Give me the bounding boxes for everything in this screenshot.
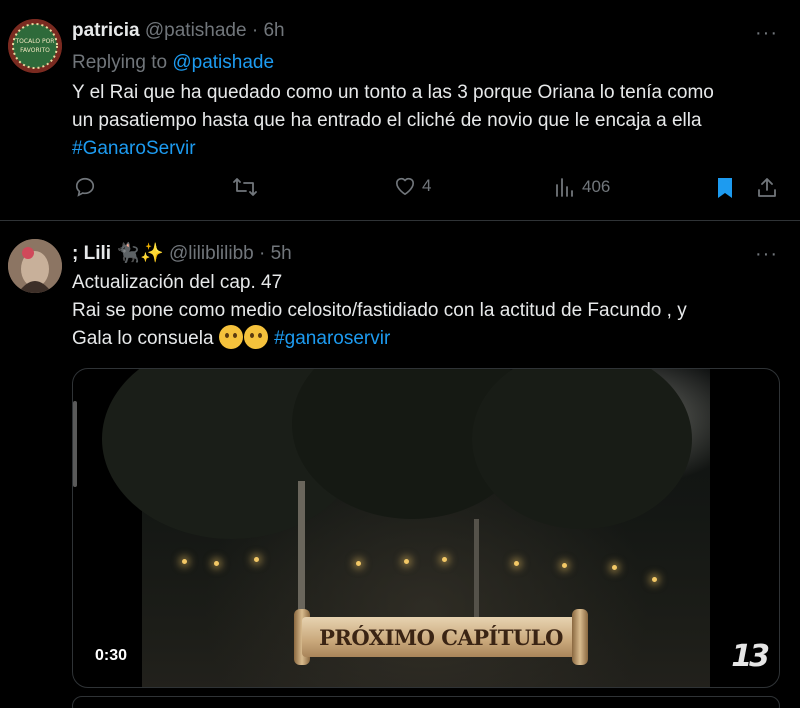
tweet-text-line: Y el Rai que ha quedado como un tonto a …: [72, 82, 714, 103]
avatar[interactable]: [8, 239, 62, 293]
reply-mention-link[interactable]: @patishade: [172, 52, 274, 73]
episode-banner: PRÓXIMO CAPÍTULO: [302, 617, 580, 657]
views-icon: [556, 178, 573, 197]
tweet-text-line: Actualización del cap. 47: [72, 272, 283, 293]
tweet-text: Y el Rai que ha quedado como un tonto a …: [72, 79, 772, 163]
action-bar: 4 406: [72, 176, 784, 206]
display-name[interactable]: patricia: [72, 20, 140, 41]
name-emojis: 🐈‍⬛✨: [116, 243, 164, 264]
channel-logo: 13: [731, 639, 770, 674]
thinking-emoji-icon: [218, 325, 243, 349]
timestamp[interactable]: 5h: [271, 243, 292, 264]
retweet-icon: [233, 178, 257, 196]
bookmark-icon: [718, 178, 732, 198]
reply-prefix: Replying to: [72, 52, 168, 73]
view-count: 406: [582, 177, 611, 196]
reply-icon: [75, 177, 95, 197]
avatar-image: TOCALO POR FAVORITO: [8, 19, 62, 73]
user-handle[interactable]: @liliblilibb: [169, 243, 254, 264]
banner-text: PRÓXIMO CAPÍTULO: [319, 624, 563, 650]
like-icon: [396, 177, 414, 195]
like-count: 4: [422, 176, 432, 195]
tweet-lili[interactable]: ; Lili 🐈‍⬛✨ @liliblilibb · 5h ··· Actual…: [0, 221, 800, 708]
like-button[interactable]: 4: [394, 176, 431, 196]
replying-to: Replying to @patishade: [72, 52, 274, 74]
display-name[interactable]: ; Lili: [72, 243, 111, 264]
svg-text:FAVORITO: FAVORITO: [20, 47, 50, 54]
views-button[interactable]: 406: [554, 176, 610, 198]
reply-button[interactable]: [74, 176, 96, 198]
svg-text:TOCALO POR: TOCALO POR: [15, 38, 55, 45]
video-duration: 0:30: [95, 647, 128, 664]
tweet-text-line: Gala lo consuela: [72, 328, 214, 349]
video-edge-marker: [73, 401, 77, 487]
bookmark-button[interactable]: [715, 176, 735, 200]
share-icon: [758, 178, 776, 197]
retweet-button[interactable]: [232, 176, 258, 198]
next-media-card[interactable]: [72, 696, 780, 708]
more-options-button[interactable]: ···: [755, 243, 778, 266]
eye-roll-emoji-icon: [243, 325, 268, 349]
tweet-text: Actualización del cap. 47 Rai se pone co…: [72, 269, 772, 353]
more-icon: ···: [755, 22, 778, 44]
separator: ·: [259, 243, 266, 264]
more-options-button[interactable]: ···: [755, 22, 778, 45]
hashtag-link[interactable]: #GanaroServir: [72, 138, 196, 159]
user-handle[interactable]: @patishade: [145, 20, 247, 41]
timestamp[interactable]: 6h: [263, 20, 284, 41]
tweet-header: ; Lili 🐈‍⬛✨ @liliblilibb · 5h: [72, 241, 292, 265]
tweet-text-line: Rai se pone como medio celosito/fastidia…: [72, 300, 687, 321]
video-player[interactable]: PRÓXIMO CAPÍTULO 0:30 13: [72, 368, 780, 688]
hashtag-link[interactable]: #ganaroservir: [274, 328, 390, 349]
tweet-header: patricia @patishade · 6h: [72, 20, 285, 42]
avatar-image: [8, 239, 62, 293]
separator: ·: [251, 20, 259, 41]
tweet-text-line: un pasatiempo hasta que ha entrado el cl…: [72, 110, 702, 131]
avatar[interactable]: TOCALO POR FAVORITO: [8, 19, 62, 73]
video-frame: PRÓXIMO CAPÍTULO: [102, 369, 710, 687]
more-icon: ···: [755, 243, 778, 265]
share-button[interactable]: [756, 176, 778, 198]
tweet-patricia[interactable]: TOCALO POR FAVORITO patricia @patishade …: [0, 0, 800, 221]
